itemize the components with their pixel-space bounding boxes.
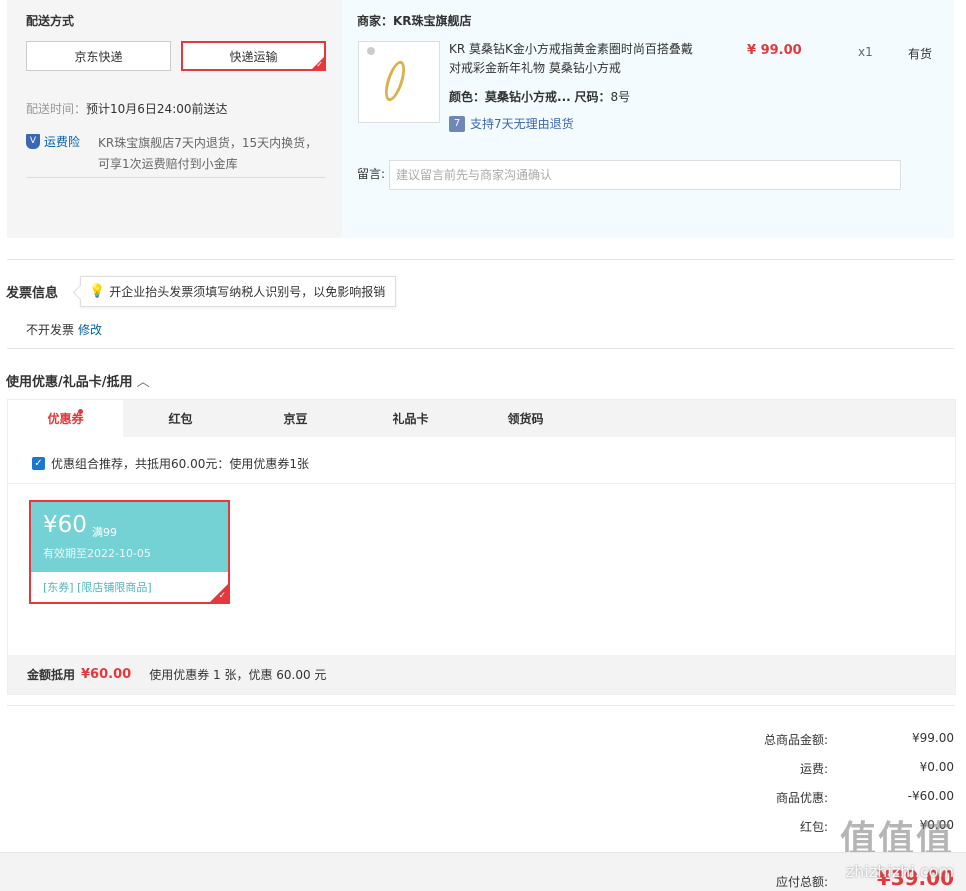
product-stock: 有货 bbox=[908, 47, 933, 61]
discount-footer-label: 金额抵用 bbox=[27, 668, 76, 682]
shipping-option-jd[interactable]: 京东快递 bbox=[26, 41, 171, 71]
summary-value: -¥60.00 bbox=[907, 789, 954, 803]
delivery-time-value: 预计10月6日24:00前送达 bbox=[86, 102, 228, 116]
summary-label: 红包: bbox=[799, 820, 828, 834]
invoice-edit-link[interactable]: 修改 bbox=[78, 323, 102, 337]
coupon-amount: ¥60 bbox=[43, 512, 87, 538]
color-value: 莫桑钻小方戒... bbox=[485, 90, 571, 104]
coupon-card[interactable]: ¥60 满99 有效期至2022-10-05 [东券] [限店铺限商品] ✓ bbox=[29, 500, 230, 604]
tab-gift-card[interactable]: 礼品卡 bbox=[353, 400, 468, 437]
discount-title-text: 使用优惠/礼品卡/抵用 bbox=[6, 375, 133, 390]
summary-row: 商品优惠: -¥60.00 bbox=[654, 789, 954, 809]
invoice-title: 发票信息 bbox=[6, 286, 59, 301]
invoice-status-text: 不开发票 bbox=[26, 323, 75, 337]
product-qty: x1 bbox=[858, 45, 873, 59]
coupon-condition: 满99 bbox=[92, 526, 117, 539]
discount-section-title[interactable]: 使用优惠/礼品卡/抵用 ︿ bbox=[6, 371, 150, 390]
total-label: 应付总额: bbox=[775, 875, 828, 889]
payment-bar: 应付总额: ¥39.00 bbox=[0, 852, 966, 891]
product-price: ¥ 99.00 bbox=[747, 43, 802, 58]
discount-footer-amount: ¥60.00 bbox=[81, 667, 132, 682]
tab-jd-beans[interactable]: 京豆 bbox=[238, 400, 353, 437]
shipping-title: 配送方式 bbox=[26, 14, 75, 28]
invoice-tip-text: 开企业抬头发票须填写纳税人识别号，以免影响报销 bbox=[109, 285, 386, 299]
product-image[interactable] bbox=[358, 41, 440, 123]
shield-icon: V bbox=[26, 134, 40, 149]
insurance-badge[interactable]: V 运费险 bbox=[26, 133, 80, 150]
divider bbox=[26, 177, 326, 178]
discount-footer: 金额抵用 ¥60.00 使用优惠券 1 张，优惠 60.00 元 bbox=[8, 655, 955, 694]
shipping-option-express[interactable]: 快递运输 ✓ bbox=[181, 41, 326, 71]
new-dot-icon bbox=[78, 409, 83, 414]
shipping-panel: 配送方式 京东快递 快递运输 ✓ 配送时间：预计10月6日24:00前送达 V … bbox=[7, 0, 342, 238]
product-title[interactable]: KR 莫桑钻K金小方戒指黄金素圈时尚百搭叠戴对戒彩金新年礼物 莫桑钻小方戒 bbox=[449, 40, 699, 78]
divider bbox=[7, 259, 954, 260]
invoice-tip: 💡 开企业抬头发票须填写纳税人识别号，以免影响报销 bbox=[80, 276, 397, 307]
tab-coupons[interactable]: 优惠券 bbox=[8, 400, 123, 437]
discount-tabs: 优惠券 红包 京豆 礼品卡 领货码 bbox=[8, 400, 955, 437]
delivery-time: 配送时间：预计10月6日24:00前送达 bbox=[26, 100, 228, 117]
size-value: 8号 bbox=[610, 90, 631, 104]
chevron-up-icon: ︿ bbox=[136, 375, 150, 390]
divider bbox=[8, 483, 955, 484]
combo-text: 优惠组合推荐，共抵用60.00元：使用优惠券1张 bbox=[51, 457, 309, 471]
order-block: 配送方式 京东快递 快递运输 ✓ 配送时间：预计10月6日24:00前送达 V … bbox=[7, 0, 954, 238]
summary-label: 总商品金额: bbox=[763, 733, 828, 747]
discount-footer-desc: 使用优惠券 1 张，优惠 60.00 元 bbox=[149, 668, 327, 682]
return-policy-text: 支持7天无理由退货 bbox=[470, 117, 574, 131]
summary-value: ¥0.00 bbox=[919, 760, 954, 774]
summary-label: 运费: bbox=[799, 762, 828, 776]
message-input[interactable] bbox=[389, 160, 901, 190]
tab-red-packet[interactable]: 红包 bbox=[123, 400, 238, 437]
coupon-tags: [东券] [限店铺限商品] bbox=[43, 581, 152, 594]
message-label: 留言: bbox=[357, 167, 386, 181]
discount-panel: 优惠券 红包 京豆 礼品卡 领货码 ✓ 优惠组合推荐，共抵用60.00元：使用优… bbox=[7, 399, 956, 695]
coupon-expiry: 有效期至2022-10-05 bbox=[43, 547, 151, 560]
summary-value: ¥99.00 bbox=[912, 731, 954, 745]
color-key: 颜色： bbox=[449, 90, 486, 104]
divider bbox=[7, 348, 954, 349]
divider bbox=[7, 705, 954, 706]
seven-day-return-icon: 7 bbox=[449, 115, 465, 132]
shop-name: 商家：KR珠宝旗舰店 bbox=[357, 14, 472, 28]
combo-recommend[interactable]: ✓ 优惠组合推荐，共抵用60.00元：使用优惠券1张 bbox=[32, 455, 309, 472]
tab-pickup-code[interactable]: 领货码 bbox=[468, 400, 583, 437]
size-key: 尺码： bbox=[574, 90, 611, 104]
ring-image bbox=[380, 58, 410, 104]
invoice-status: 不开发票 修改 bbox=[26, 321, 102, 338]
checkbox-checked-icon[interactable]: ✓ bbox=[32, 457, 45, 470]
insurance-label: 运费险 bbox=[44, 135, 81, 149]
return-policy: 7 支持7天无理由退货 bbox=[449, 115, 574, 132]
product-panel: 商家：KR珠宝旗舰店 KR 莫桑钻K金小方戒指黄金素圈时尚百搭叠戴对戒彩金新年礼… bbox=[342, 0, 954, 238]
lightbulb-icon: 💡 bbox=[89, 284, 106, 299]
summary-row: 运费: ¥0.00 bbox=[654, 760, 954, 780]
product-attributes: 颜色：莫桑钻小方戒... 尺码：8号 bbox=[449, 88, 630, 105]
summary-label: 商品优惠: bbox=[775, 791, 828, 805]
insurance-desc: KR珠宝旗舰店7天内退货，15天内换货，可享1次运费赔付到小金库 bbox=[98, 136, 318, 171]
delivery-time-label: 配送时间： bbox=[26, 102, 87, 116]
check-icon: ✓ bbox=[316, 60, 323, 69]
check-icon: ✓ bbox=[218, 591, 226, 601]
coupon-header: ¥60 满99 有效期至2022-10-05 bbox=[31, 502, 228, 572]
shipping-option-express-label: 快递运输 bbox=[229, 49, 278, 64]
brand-logo-icon bbox=[367, 47, 375, 55]
summary-row: 总商品金额: ¥99.00 bbox=[654, 731, 954, 751]
watermark-url: zhizhizhi.com bbox=[845, 862, 954, 881]
